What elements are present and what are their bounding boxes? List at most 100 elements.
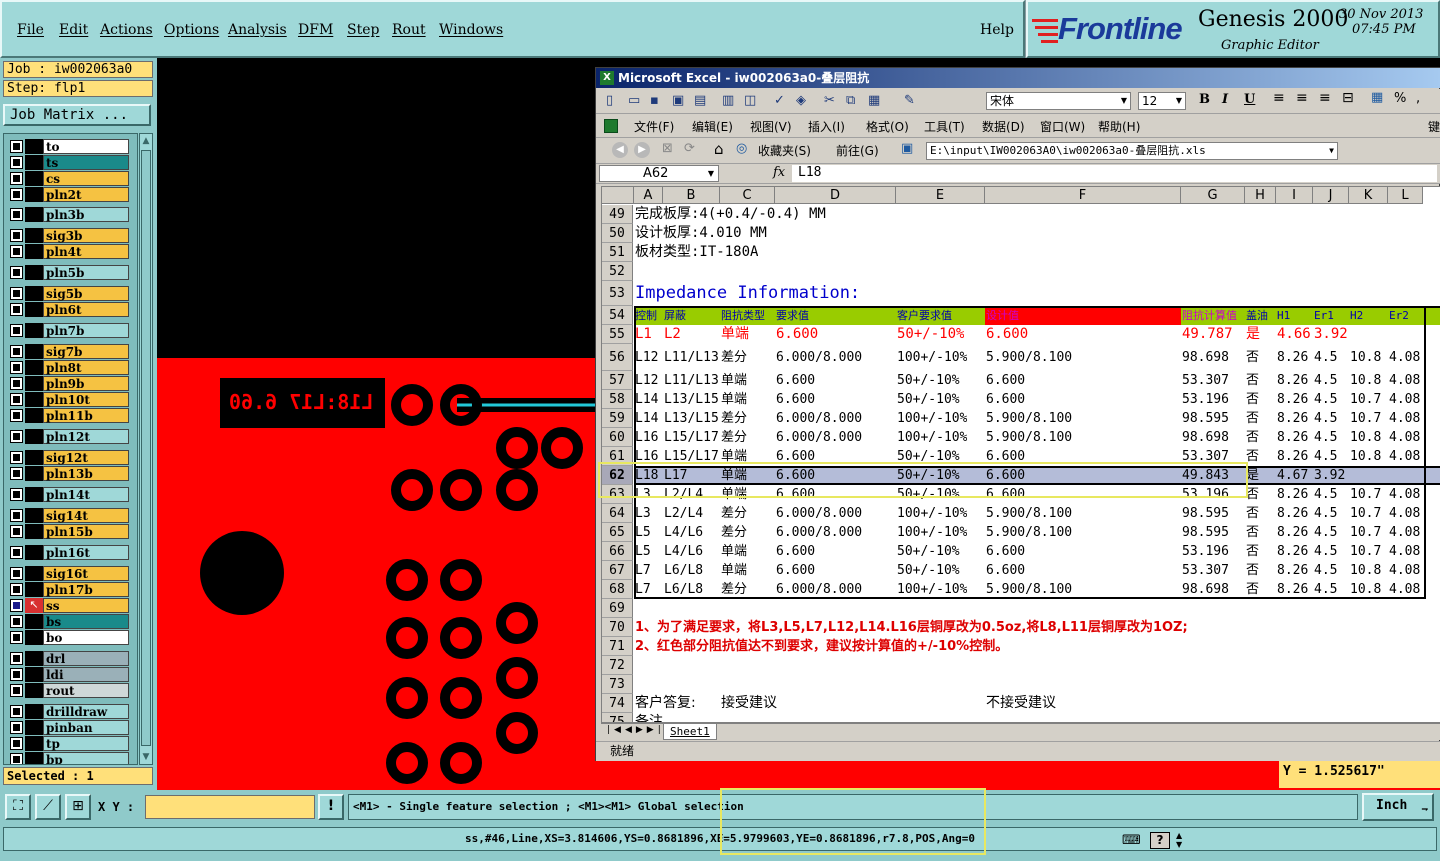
cell-B55[interactable]: L2: [664, 325, 681, 344]
print-preview-icon[interactable]: ▥: [722, 93, 734, 109]
layer-affected-indicator[interactable]: [25, 392, 43, 407]
row-header-66[interactable]: 66: [602, 542, 633, 561]
cell-C74[interactable]: 接受建议: [721, 694, 777, 713]
cell-G67[interactable]: 53.307: [1182, 561, 1229, 580]
alert-icon[interactable]: !: [318, 794, 344, 820]
cell-E61[interactable]: 50+/-10%: [897, 447, 960, 466]
search-web-icon[interactable]: ◎: [736, 141, 747, 156]
cell-A60[interactable]: L16: [635, 428, 658, 447]
layer-row-pln4t[interactable]: pln4t: [7, 244, 137, 259]
layer-checkbox[interactable]: [11, 394, 22, 405]
cell-C65[interactable]: 差分: [721, 523, 747, 542]
cell-G62[interactable]: 49.843: [1182, 466, 1229, 485]
cell-B67[interactable]: L6/L8: [664, 561, 703, 580]
excel-menu-file[interactable]: 文件(F): [634, 118, 674, 135]
layer-affected-indicator[interactable]: [25, 466, 43, 481]
cell-G57[interactable]: 53.307: [1182, 371, 1229, 390]
layer-row-pln12t[interactable]: pln12t: [7, 429, 137, 444]
cell-L67[interactable]: 4.08: [1389, 561, 1420, 580]
cell-A64[interactable]: L3: [635, 504, 651, 523]
layer-name[interactable]: rout: [43, 683, 129, 698]
address-field[interactable]: E:\input\IW002063A0\iw002063a0-叠层阻抗.xls ▼: [926, 142, 1338, 160]
row-header-59[interactable]: 59: [602, 409, 633, 428]
layer-row-pln9b[interactable]: pln9b: [7, 376, 137, 391]
layer-affected-indicator[interactable]: [25, 630, 43, 645]
cell-L57[interactable]: 4.08: [1389, 371, 1420, 390]
cell-H65[interactable]: 否: [1246, 523, 1259, 542]
layer-row-bp[interactable]: bp: [7, 752, 137, 764]
layer-checkbox[interactable]: [11, 431, 22, 442]
row-header-49[interactable]: 49: [602, 205, 633, 224]
layer-checkbox[interactable]: [11, 325, 22, 336]
spreadsheet-grid[interactable]: A B C D E F G H I J K L 49 完成板厚:4(+0.4/-0.4) MM 50 设计板厚…: [601, 186, 1440, 723]
cell-D63[interactable]: 6.600: [776, 485, 815, 504]
cell-A70[interactable]: 1、为了满足要求，将L3,L5,L7,L12,L14.L16层铜厚改为0.5oz…: [635, 618, 1188, 637]
scroll-up-icon[interactable]: ▲: [141, 136, 151, 146]
cell-I56[interactable]: 8.26: [1277, 344, 1308, 371]
cell-A57[interactable]: L12: [635, 371, 658, 390]
layer-name[interactable]: sig14t: [43, 508, 129, 523]
layer-row-pln8t[interactable]: pln8t: [7, 360, 137, 375]
cell-D54[interactable]: 要求值: [776, 306, 809, 325]
layer-list-scrollbar[interactable]: ▲ ▼: [139, 133, 153, 765]
cell-H61[interactable]: 否: [1246, 447, 1259, 466]
layer-checkbox[interactable]: [11, 489, 22, 500]
cell-H55[interactable]: 是: [1246, 325, 1260, 344]
cell-G55[interactable]: 49.787: [1182, 325, 1233, 344]
home-icon[interactable]: ⌂: [714, 140, 724, 158]
cell-J66[interactable]: 4.5: [1314, 542, 1337, 561]
layer-name[interactable]: sig12t: [43, 450, 129, 465]
cell-B58[interactable]: L13/L15: [664, 390, 719, 409]
favorites-menu[interactable]: 收藏夹(S): [758, 142, 811, 159]
cell-A65[interactable]: L5: [635, 523, 651, 542]
row-header-72[interactable]: 72: [602, 656, 633, 675]
cell-L63[interactable]: 4.08: [1389, 485, 1420, 504]
layer-checkbox[interactable]: [11, 468, 22, 479]
cell-I57[interactable]: 8.26: [1277, 371, 1308, 390]
cell-A56[interactable]: L12: [635, 344, 658, 371]
layer-checkbox[interactable]: [11, 157, 22, 168]
layer-name[interactable]: bo: [43, 630, 129, 645]
layer-name[interactable]: sig5b: [43, 286, 129, 301]
cell-A74[interactable]: 客户答复:: [635, 694, 696, 713]
layer-checkbox[interactable]: [11, 706, 22, 717]
layer-checkbox[interactable]: [11, 410, 22, 421]
cell-J61[interactable]: 4.5: [1314, 447, 1337, 466]
layer-affected-indicator[interactable]: [25, 651, 43, 666]
layer-affected-indicator[interactable]: [25, 244, 43, 259]
cell-H63[interactable]: 否: [1246, 485, 1259, 504]
layer-checkbox[interactable]: [11, 141, 22, 152]
layer-affected-indicator[interactable]: [25, 429, 43, 444]
cell-G54[interactable]: 阻抗计算值: [1182, 306, 1237, 325]
align-left-icon[interactable]: ≡: [1273, 90, 1285, 106]
cell-F60[interactable]: 5.900/8.100: [986, 428, 1072, 447]
cell-F63[interactable]: 6.600: [986, 485, 1025, 504]
row-header-60[interactable]: 60: [602, 428, 633, 447]
cell-G64[interactable]: 98.595: [1182, 504, 1229, 523]
cell-E55[interactable]: 50+/-10%: [897, 325, 964, 344]
cell-F59[interactable]: 5.900/8.100: [986, 409, 1072, 428]
row-header-50[interactable]: 50: [602, 224, 633, 243]
cell-G58[interactable]: 53.196: [1182, 390, 1229, 409]
cell-F54[interactable]: 设计值: [986, 306, 1019, 325]
cell-C54[interactable]: 阻抗类型: [721, 306, 765, 325]
layer-affected-indicator[interactable]: [25, 139, 43, 154]
layer-affected-indicator[interactable]: [25, 376, 43, 391]
cell-G66[interactable]: 53.196: [1182, 542, 1229, 561]
column-header-E[interactable]: E: [896, 187, 985, 204]
cell-J60[interactable]: 4.5: [1314, 428, 1337, 447]
column-header-B[interactable]: B: [663, 187, 720, 204]
row-header-61[interactable]: 61: [602, 447, 633, 466]
show-web-toolbar-icon[interactable]: ▣: [901, 141, 913, 156]
layer-row-sig14t[interactable]: sig14t: [7, 508, 137, 523]
column-header-H[interactable]: H: [1245, 187, 1276, 204]
cell-D67[interactable]: 6.600: [776, 561, 815, 580]
spelling-icon[interactable]: ✓: [774, 93, 785, 109]
cell-E62[interactable]: 50+/-10%: [897, 466, 960, 485]
layer-checkbox[interactable]: [11, 246, 22, 257]
layer-affected-indicator[interactable]: [25, 524, 43, 539]
function-fx-icon[interactable]: fx: [773, 165, 785, 180]
layer-checkbox[interactable]: [11, 173, 22, 184]
cell-A61[interactable]: L16: [635, 447, 658, 466]
layer-checkbox[interactable]: [11, 738, 22, 749]
